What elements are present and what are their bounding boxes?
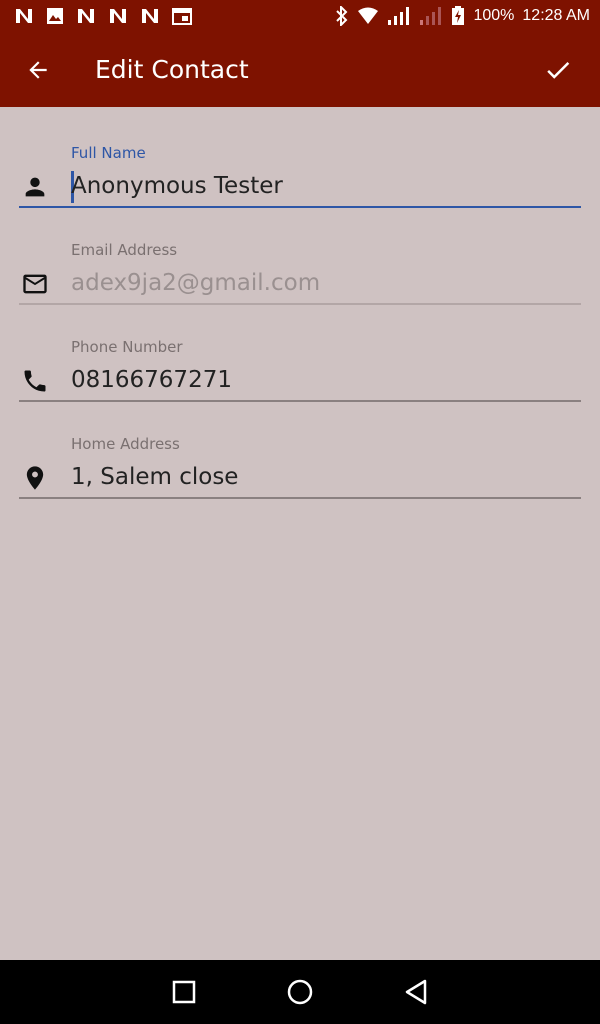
square-icon <box>172 980 196 1004</box>
wifi-icon <box>358 7 379 24</box>
notification-n-icon <box>110 9 126 23</box>
status-bar: 100% 12:28 AM <box>0 0 600 32</box>
circle-icon <box>287 979 313 1005</box>
nav-back-button[interactable] <box>396 972 436 1012</box>
image-icon <box>47 8 63 24</box>
email-label: Email Address <box>71 241 178 259</box>
address-input[interactable]: 1, Salem close <box>71 464 580 490</box>
email-input[interactable]: adex9ja2@gmail.com <box>71 270 580 296</box>
clock: 12:28 AM <box>522 7 590 24</box>
email-field[interactable]: Email Address adex9ja2@gmail.com <box>0 204 600 305</box>
battery-charging-icon <box>452 6 465 25</box>
bluetooth-icon <box>336 6 348 26</box>
signal-icon <box>388 7 410 25</box>
recent-apps-button[interactable] <box>164 972 204 1012</box>
phone-icon <box>20 366 50 396</box>
notification-icons <box>14 7 192 25</box>
mail-icon <box>20 269 50 299</box>
system-nav-bar <box>0 960 600 1024</box>
notification-n-icon <box>16 9 32 23</box>
signal-weak-icon <box>420 7 442 25</box>
battery-percent: 100% <box>473 7 515 24</box>
app-bar: Edit Contact <box>0 32 600 107</box>
address-field[interactable]: Home Address 1, Salem close <box>0 398 600 499</box>
address-label: Home Address <box>71 435 180 453</box>
calendar-icon <box>172 8 192 25</box>
triangle-back-icon <box>405 979 427 1005</box>
back-button[interactable] <box>18 50 58 90</box>
person-icon <box>20 172 50 202</box>
notification-n-icon <box>78 9 94 23</box>
page-title: Edit Contact <box>95 55 249 84</box>
notification-n-icon <box>142 9 158 23</box>
full-name-label: Full Name <box>71 144 146 162</box>
address-underline <box>19 497 581 499</box>
location-pin-icon <box>20 463 50 493</box>
full-name-input[interactable]: Anonymous Tester <box>71 173 580 199</box>
check-icon <box>547 61 570 79</box>
system-status: 100% 12:28 AM <box>335 6 590 26</box>
phone-input[interactable]: 08166767271 <box>71 367 580 393</box>
arrow-back-icon <box>29 60 47 79</box>
full-name-field[interactable]: Full Name Anonymous Tester <box>0 107 600 208</box>
phone-label: Phone Number <box>71 338 183 356</box>
phone-field[interactable]: Phone Number 08166767271 <box>0 301 600 402</box>
home-button[interactable] <box>280 972 320 1012</box>
save-button[interactable] <box>538 50 578 90</box>
